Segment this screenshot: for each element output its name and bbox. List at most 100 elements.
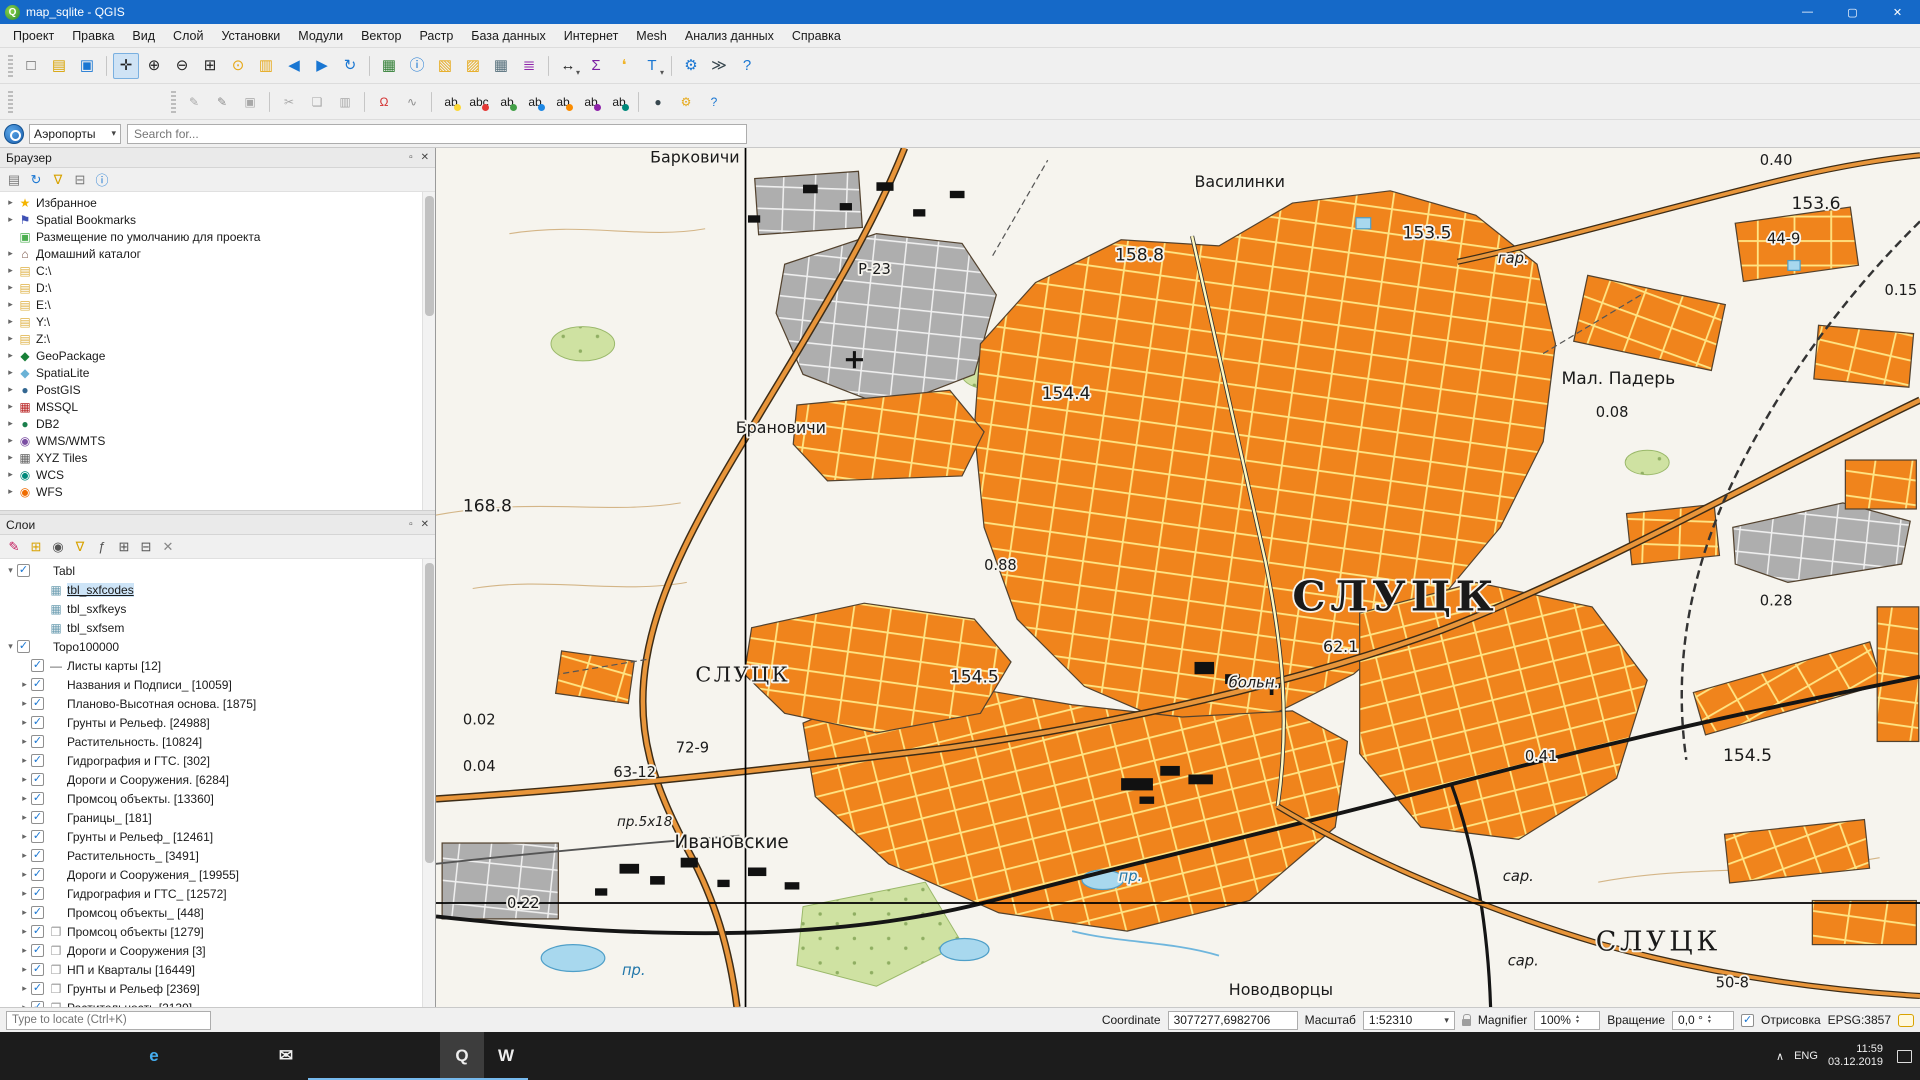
add-selected-layers-button[interactable]: ▤ [4,170,24,190]
search-input[interactable] [127,124,747,144]
expand-arrow-icon[interactable]: ▸ [4,333,17,344]
layer-nazvaniya-podpisi[interactable]: ▸ ✓ Названия и Подписи_ [10059] [0,675,422,694]
browser-item-drive-d[interactable]: ▸ ▤ D:\ [0,279,422,296]
current-edits-button[interactable]: ✎ [181,89,207,115]
search-layer-combo[interactable]: Аэропорты ▾ [29,124,121,144]
add-group-button[interactable]: ⊞ [26,537,46,557]
deselect-features-button[interactable]: ▨ [460,53,486,79]
pin-labels-button[interactable]: ab [494,89,520,115]
new-map-view-button[interactable]: ▦ [376,53,402,79]
layer-checkbox[interactable]: ✓ [31,678,44,691]
pan-map-button[interactable]: ✛ [113,53,139,79]
browser-item-postgis[interactable]: ▸ ● PostGIS [0,381,422,398]
expand-arrow-icon[interactable]: ▸ [4,282,17,293]
layer-checkbox[interactable]: ✓ [31,982,44,995]
copy-features-button[interactable]: ❏ [304,89,330,115]
map-canvas[interactable]: БарковичиВасилинкиР-23158.8153.5153.60.4… [436,148,1920,1007]
expand-arrow-icon[interactable]: ▸ [4,265,17,276]
layer-checkbox[interactable]: ✓ [31,659,44,672]
layer-checkbox[interactable]: ✓ [31,906,44,919]
layer-gidrografiya-1[interactable]: ▸ ✓ Гидрография и ГТС. [302] [0,751,422,770]
expand-arrow-icon[interactable]: ▸ [4,214,17,225]
toolbar-grip[interactable] [8,91,13,113]
layer-tbl-sxfsem[interactable]: ✓ ▦ tbl_sxfsem [0,618,422,637]
layer-group-tabl[interactable]: ▾ ✓ Tabl [0,561,422,580]
maximize-button[interactable]: ▢ [1830,0,1875,24]
layer-checkbox[interactable]: ✓ [31,944,44,957]
metasearch-button[interactable]: ⚙ [673,89,699,115]
browser-item-wcs[interactable]: ▸ ◉ WCS [0,466,422,483]
expand-arrow-icon[interactable]: ▸ [18,964,31,975]
menu-help[interactable]: Справка [783,26,850,46]
layer-tbl-sxfcodes[interactable]: ✓ ▦ tbl_sxfcodes [0,580,422,599]
expand-arrow-icon[interactable]: ▸ [4,316,17,327]
spinner-arrows-icon[interactable]: ▴▾ [1576,1015,1579,1025]
messages-icon[interactable] [1898,1014,1914,1027]
expand-arrow-icon[interactable]: ▸ [4,350,17,361]
close-panel-button[interactable]: ✕ [421,519,429,530]
task-view-button[interactable] [88,1032,132,1080]
separator[interactable] [106,56,107,76]
layer-group-topo100000[interactable]: ▾ ✓ Topo100000 [0,637,422,656]
separator[interactable] [369,56,370,76]
crs-indicator[interactable]: EPSG:3857 [1828,1013,1891,1027]
render-checkbox[interactable]: ✓ [1741,1014,1754,1027]
expand-arrow-icon[interactable]: ▸ [18,831,31,842]
properties-button[interactable]: ⓘ [92,170,112,190]
expand-arrow-icon[interactable]: ▸ [18,717,31,728]
browser-item-wfs[interactable]: ▸ ◉ WFS [0,483,422,500]
layer-checkbox[interactable]: ✓ [31,792,44,805]
filter-legend-button[interactable]: ∇ [70,537,90,557]
layer-labeling-button[interactable]: ab [438,89,464,115]
expand-arrow-icon[interactable]: ▾ [4,641,17,652]
layer-tbl-sxfkeys[interactable]: ✓ ▦ tbl_sxfkeys [0,599,422,618]
qgis-ring-app[interactable] [352,1032,396,1080]
refresh-browser-button[interactable]: ↻ [26,170,46,190]
expand-arrow-icon[interactable]: ▸ [18,907,31,918]
zoom-last-button[interactable]: ◀ [281,53,307,79]
expand-arrow-icon[interactable]: ▸ [4,367,17,378]
lock-scale-icon[interactable] [1462,1019,1471,1026]
expand-arrow-icon[interactable]: ▸ [4,197,17,208]
select-features-button[interactable]: ▧ [432,53,458,79]
menu-database[interactable]: База данных [462,26,554,46]
layers-scrollbar[interactable] [422,559,435,1007]
scale-combo[interactable]: 1:52310 ▾ [1363,1011,1455,1030]
tray-expand-icon[interactable]: ∧ [1776,1050,1784,1063]
save-layer-edits-button[interactable]: ▣ [237,89,263,115]
expand-arrow-icon[interactable]: ▸ [18,850,31,861]
save-project-button[interactable]: ▣ [74,53,100,79]
toggle-editing-button[interactable]: ✎ [209,89,235,115]
processing-toolbox-button[interactable]: ⚙ [678,53,704,79]
collapse-all-button[interactable]: ⊟ [136,537,156,557]
refresh-map-button[interactable]: ↻ [337,53,363,79]
browser-item-home[interactable]: ▸ ⌂ Домашний каталог [0,245,422,262]
layer-grunty-relef-2[interactable]: ▸ ✓ Грунты и Рельеф_ [12461] [0,827,422,846]
new-project-button[interactable]: □ [18,53,44,79]
menu-plugins[interactable]: Модули [289,26,352,46]
browser-item-xyz[interactable]: ▸ ▦ XYZ Tiles [0,449,422,466]
change-label-button[interactable]: ab [606,89,632,115]
filter-expression-button[interactable]: ƒ [92,537,112,557]
layer-checkbox[interactable]: ✓ [31,773,44,786]
layer-checkbox[interactable]: ✓ [31,1001,44,1007]
layer-promsoc-3[interactable]: ▸ ✓ ❒ Промсоц объекты [1279] [0,922,422,941]
layer-gidrografiya-2[interactable]: ▸ ✓ Гидрография и ГТС_ [12572] [0,884,422,903]
minimize-button[interactable]: — [1785,0,1830,24]
layer-checkbox[interactable]: ✓ [31,849,44,862]
coordinate-value[interactable]: 3077277,6982706 [1168,1011,1298,1030]
layer-grunty-relef-1[interactable]: ▸ ✓ Грунты и Рельеф. [24988] [0,713,422,732]
browser-item-geopackage[interactable]: ▸ ◆ GeoPackage [0,347,422,364]
open-attribute-table-button[interactable]: ▦ [488,53,514,79]
expand-arrow-icon[interactable]: ▸ [18,793,31,804]
rotate-label-button[interactable]: ab [578,89,604,115]
zoom-in-button[interactable]: ⊕ [141,53,167,79]
expand-arrow-icon[interactable]: ▸ [18,755,31,766]
tracing-button[interactable]: ∿ [399,89,425,115]
expand-arrow-icon[interactable]: ▸ [18,679,31,690]
spinner-arrows-icon[interactable]: ▴▾ [1708,1015,1711,1025]
expand-arrow-icon[interactable]: ▸ [4,469,17,480]
expand-arrow-icon[interactable]: ▸ [18,888,31,899]
browser-item-spatial-bookmarks[interactable]: ▸ ⚑ Spatial Bookmarks [0,211,422,228]
layer-rastitelnost-2[interactable]: ▸ ✓ Растительность_ [3491] [0,846,422,865]
